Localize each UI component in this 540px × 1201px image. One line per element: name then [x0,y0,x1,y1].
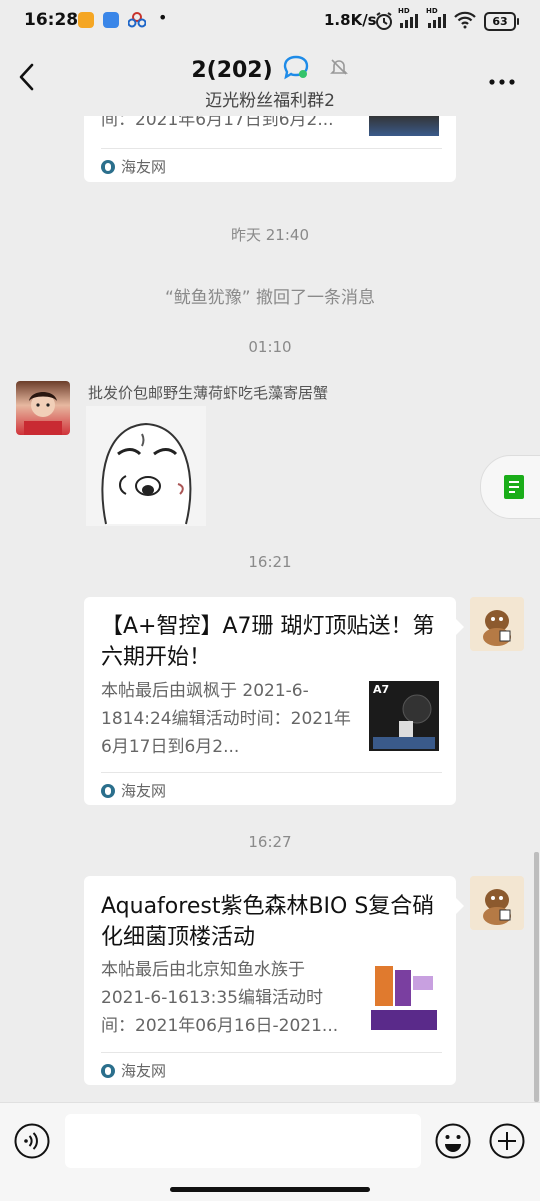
sticker-image[interactable] [86,406,206,526]
signal-icon: HD [398,7,420,33]
input-bar [0,1102,540,1201]
divider [101,772,442,773]
card-title: 【A+智控】A7珊 瑚灯顶贴送！第六期开始！ [101,614,435,670]
timestamp: 16:21 [248,553,292,571]
sender-name: 批发价包邮野生薄荷虾吃毛藻寄居蟹 [88,384,329,402]
scrollbar[interactable] [534,852,539,1102]
card-description: 本帖最后由飒枫于 2021-6-1814:24编辑活动时间：2021年6月17日… [101,681,351,757]
network-speed: 1.8K/s [324,11,377,29]
document-icon [504,475,524,499]
avatar-cartoon [470,876,524,930]
meme-face-sticker [101,422,192,525]
recall-notice: “鱿鱼犹豫” 撤回了一条消息 [164,288,376,308]
divider [101,148,442,149]
emoji-button[interactable] [435,1123,471,1159]
status-dot: • [158,8,168,27]
notification-app-icon [127,12,147,32]
avatar[interactable] [470,876,524,930]
avatar-portrait [24,392,62,435]
card-thumbnail: A7 [369,681,439,751]
more-actions-button[interactable] [489,1123,525,1159]
thumbnail-label: A7 [373,683,390,696]
home-indicator[interactable] [170,1187,370,1192]
status-bar: 16:28 • 1.8K/s HD HD 63 [0,0,540,40]
link-card[interactable]: Aquaforest紫色森林BIO S复合硝化细菌顶楼活动 本帖最后由北京知鱼水… [84,876,464,1085]
more-options-button[interactable] [488,74,516,86]
card-description: 间：2021年6月17日到6月2... [101,116,334,130]
chat-header: 2(202) 迈光粉丝福利群2 [0,40,540,116]
floating-note-button[interactable] [480,455,540,519]
card-description: 本帖最后由北京知鱼水族于 2021-6-1613:35编辑活动时间：2021年0… [101,960,339,1036]
link-card[interactable]: 间：2021年6月17日到6月2... 海友网 [84,116,456,182]
bubble-tail [456,619,464,635]
plus-icon [489,1123,525,1159]
group-subtitle: 迈光粉丝福利群2 [205,91,335,111]
multi-chat-icon [281,54,311,86]
message-input[interactable] [65,1114,421,1168]
card-title: Aquaforest紫色森林BIO S复合硝化细菌顶楼活动 [101,894,435,950]
signal-icon: HD [426,7,448,33]
notification-app-icon [103,12,119,28]
mute-bell-icon [329,57,349,83]
card-source: 海友网 [101,156,166,177]
message-list[interactable]: 间：2021年6月17日到6月2... 海友网 昨天 21:40 “鱿鱼犹豫” … [0,116,540,1102]
battery-icon: 63 [484,12,519,31]
card-thumbnail [369,116,439,136]
timestamp: 昨天 21:40 [231,226,309,244]
timestamp: 16:27 [248,833,292,851]
source-logo-icon [101,159,115,174]
avatar[interactable] [16,381,70,435]
divider [101,1052,442,1053]
group-name-count: 2(202) [191,57,273,83]
smile-icon [435,1123,471,1159]
wifi-icon [454,11,476,33]
timestamp: 01:10 [248,338,292,356]
card-thumbnail [369,962,439,1032]
card-source: 海友网 [101,1060,166,1081]
notification-app-icon [78,12,94,28]
alarm-icon [374,11,394,35]
source-logo-icon [101,1063,115,1078]
voice-input-button[interactable] [14,1123,50,1159]
avatar-cartoon [470,597,524,651]
card-source: 海友网 [101,780,166,801]
avatar[interactable] [470,597,524,651]
more-dots-icon [489,79,515,85]
link-card[interactable]: 【A+智控】A7珊 瑚灯顶贴送！第六期开始！ 本帖最后由飒枫于 2021-6-1… [84,597,464,805]
voice-icon [14,1123,50,1159]
source-logo-icon [101,783,115,798]
chat-title: 2(202) [0,54,540,86]
status-time: 16:28 [24,10,79,30]
bubble-tail [456,898,464,914]
